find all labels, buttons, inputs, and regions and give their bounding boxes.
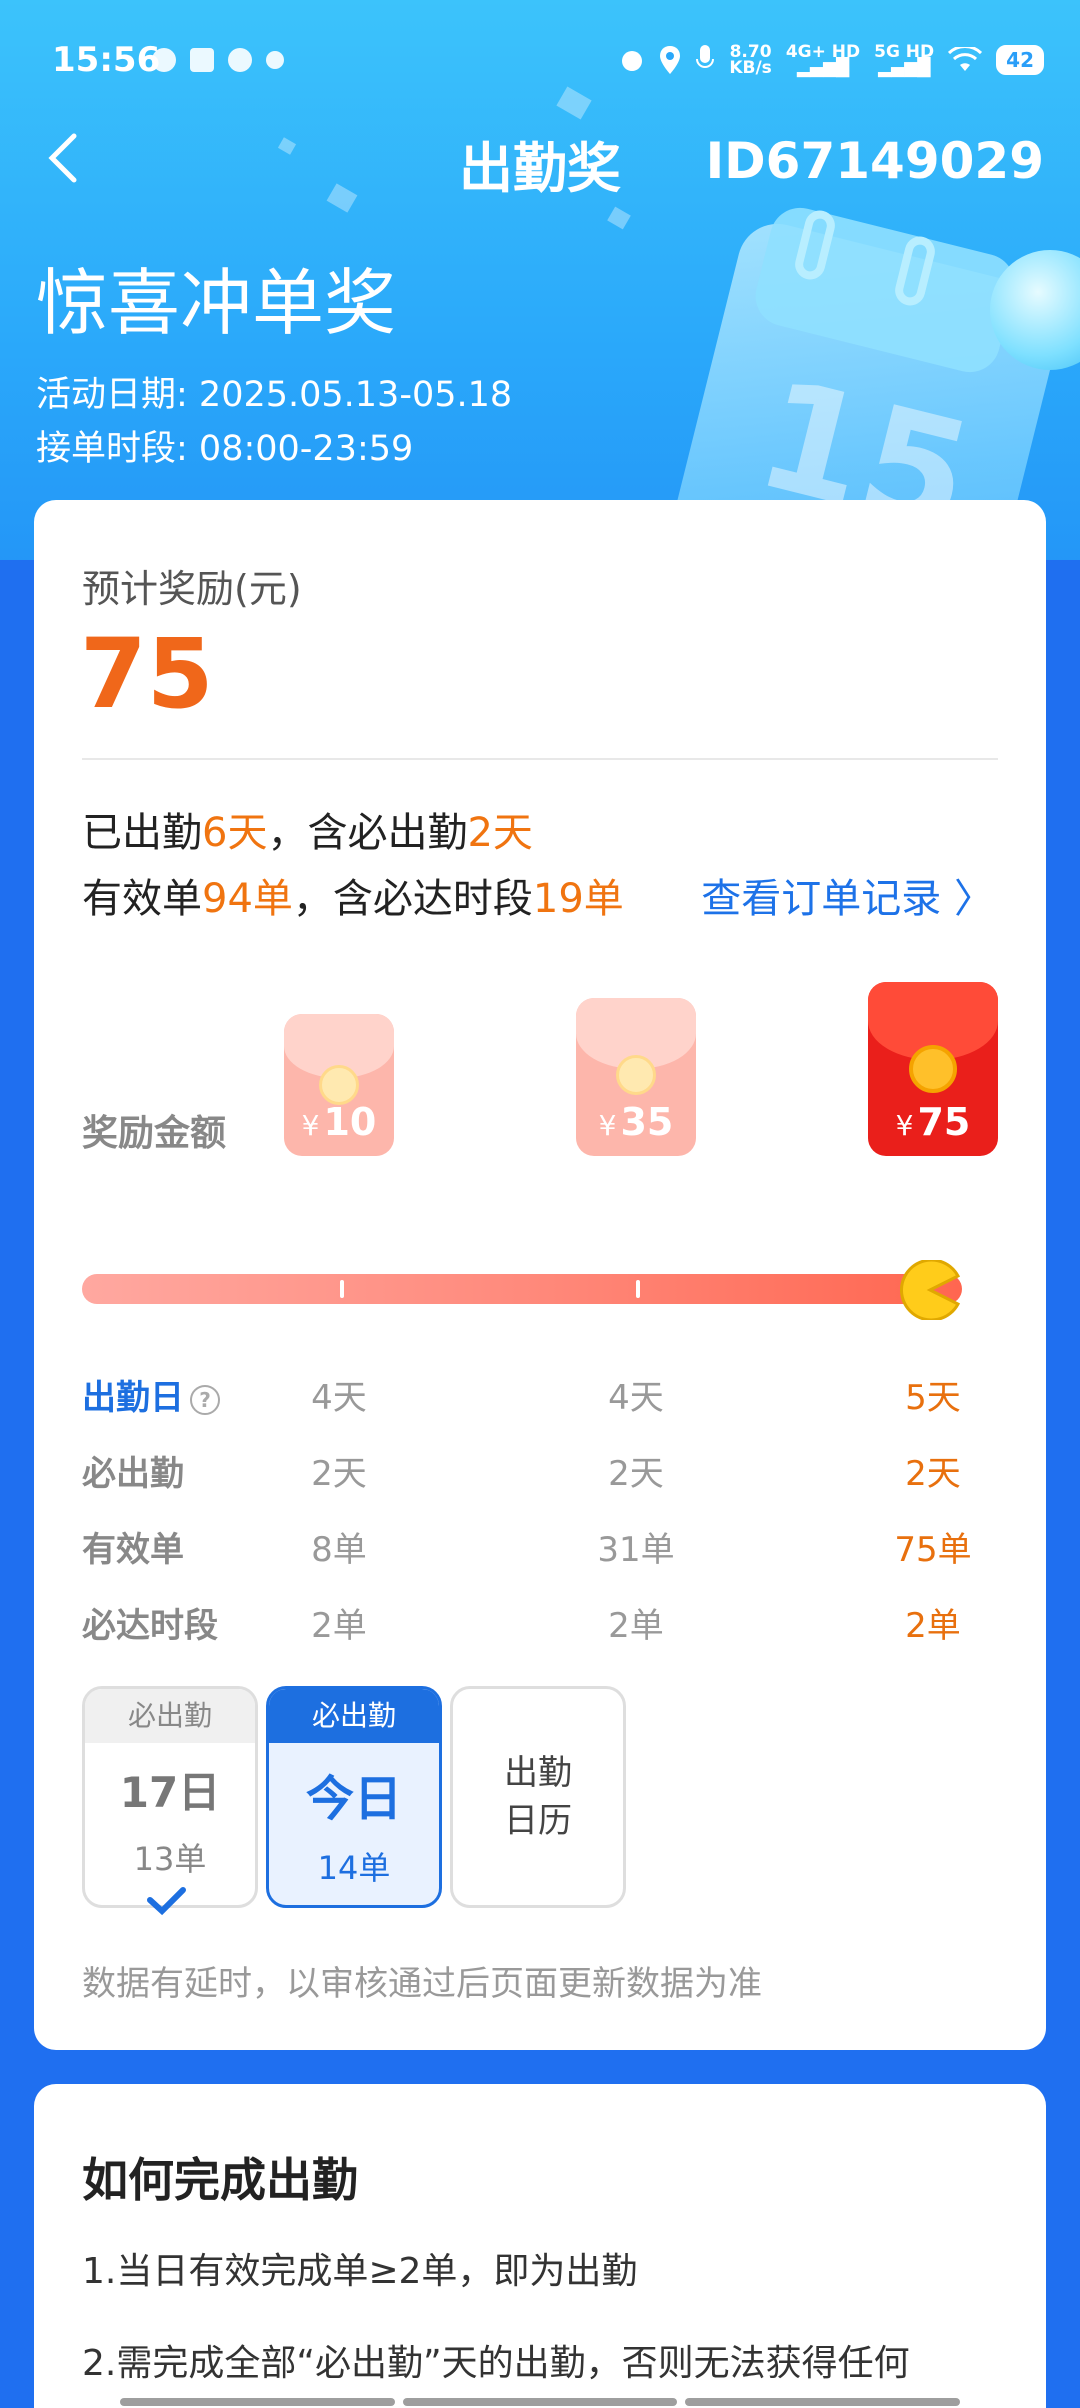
table-cell: 2单 — [905, 1606, 961, 1646]
bottom-nav-bar — [120, 2398, 961, 2406]
reward-card: 预计奖励(元) 75 已出勤6天，含必出勤2天 有效单94单，含必达时段19单 … — [34, 500, 1046, 2050]
progress-indicator-icon — [900, 1260, 960, 1320]
status-time: 15:56 — [52, 40, 161, 80]
data-delay-note: 数据有延时，以审核通过后页面更新数据为准 — [82, 1964, 762, 2004]
video-app-icon — [190, 48, 214, 72]
app-notification-icon — [152, 48, 176, 72]
progress-tick — [340, 1280, 344, 1298]
check-icon — [147, 1887, 186, 1916]
wechat-icon — [228, 48, 252, 72]
activity-date: 活动日期: 2025.05.13-05.18 — [36, 375, 513, 415]
how-to-card: 如何完成出勤 1.当日有效完成单≥2单，即为出勤 2.需完成全部“必出勤”天的出… — [34, 2084, 1046, 2408]
table-cell: 31单 — [597, 1530, 675, 1570]
location-arrow-icon — [266, 51, 284, 69]
progress-tick — [636, 1280, 640, 1298]
system-icons: 8.70 KB/s 4G+ HD ▂▄▆█ 5G HD ▂▄▆█ 42 — [619, 42, 1044, 78]
row-label-required-days: 必出勤 — [82, 1454, 184, 1494]
row-label-valid-orders: 有效单 — [82, 1530, 184, 1570]
rule-2: 2.需完成全部“必出勤”天的出勤，否则无法获得任何 — [82, 2343, 910, 2384]
rule-1: 1.当日有效完成单≥2单，即为出勤 — [82, 2251, 638, 2292]
estimated-reward-value: 75 — [80, 618, 214, 730]
attendance-summary: 已出勤6天，含必出勤2天 — [82, 810, 533, 856]
red-envelope-tier-2: ¥35 — [576, 998, 696, 1156]
net-speed: 8.70 KB/s — [729, 42, 772, 78]
coin-icon — [909, 1044, 957, 1093]
alarm-icon — [622, 51, 643, 71]
table-cell: 2单 — [311, 1606, 367, 1646]
notification-icons — [152, 48, 284, 72]
red-envelope-tier-3: ¥75 — [868, 982, 998, 1156]
how-to-title: 如何完成出勤 — [82, 2153, 358, 2207]
red-envelope-tier-1: ¥10 — [284, 1014, 394, 1156]
table-cell: 2天 — [608, 1454, 664, 1494]
campaign-title: 惊喜冲单奖 — [36, 261, 397, 345]
reward-amount-label: 奖励金额 — [82, 1113, 227, 1154]
progress-track — [82, 1274, 962, 1304]
wifi-icon — [948, 47, 983, 71]
estimated-reward-label: 预计奖励(元) — [82, 567, 302, 611]
location-pin-icon — [660, 46, 681, 74]
battery-indicator: 42 — [996, 45, 1044, 75]
status-bar: 15:56 8.70 KB/s 4G+ HD ▂▄▆█ 5G HD ▂▄▆█ 42 — [0, 0, 1080, 120]
table-cell: 8单 — [311, 1530, 367, 1570]
coin-icon — [616, 1054, 656, 1095]
table-cell: 4天 — [608, 1378, 664, 1418]
table-cell: 75单 — [894, 1530, 972, 1570]
day-card-17[interactable]: 必出勤 17日 13单 — [82, 1686, 258, 1908]
row-label-attendance-days: 出勤日? — [82, 1370, 220, 1419]
user-id: ID67149029 — [705, 132, 1044, 190]
signal-4g: 4G+ HD ▂▄▆█ — [785, 42, 861, 78]
view-order-record-link[interactable]: 查看订单记录 〉 — [701, 866, 994, 924]
table-cell: 5天 — [905, 1378, 961, 1418]
table-cell: 2单 — [608, 1606, 664, 1646]
table-cell: 2天 — [311, 1454, 367, 1494]
row-label-required-slots: 必达时段 — [82, 1606, 218, 1646]
order-time: 接单时段: 08:00-23:59 — [36, 429, 414, 469]
help-icon[interactable]: ? — [190, 1384, 220, 1415]
divider — [82, 758, 998, 760]
signal-5g: 5G HD ▂▄▆█ — [874, 42, 935, 78]
attendance-calendar-button[interactable]: 出勤 日历 — [450, 1686, 626, 1908]
table-cell: 2天 — [905, 1454, 961, 1494]
day-card-today[interactable]: 必出勤 今日 14单 — [266, 1686, 442, 1908]
table-cell: 4天 — [311, 1378, 367, 1418]
orders-summary: 有效单94单，含必达时段19单 — [82, 876, 624, 922]
microphone-icon — [696, 45, 715, 68]
